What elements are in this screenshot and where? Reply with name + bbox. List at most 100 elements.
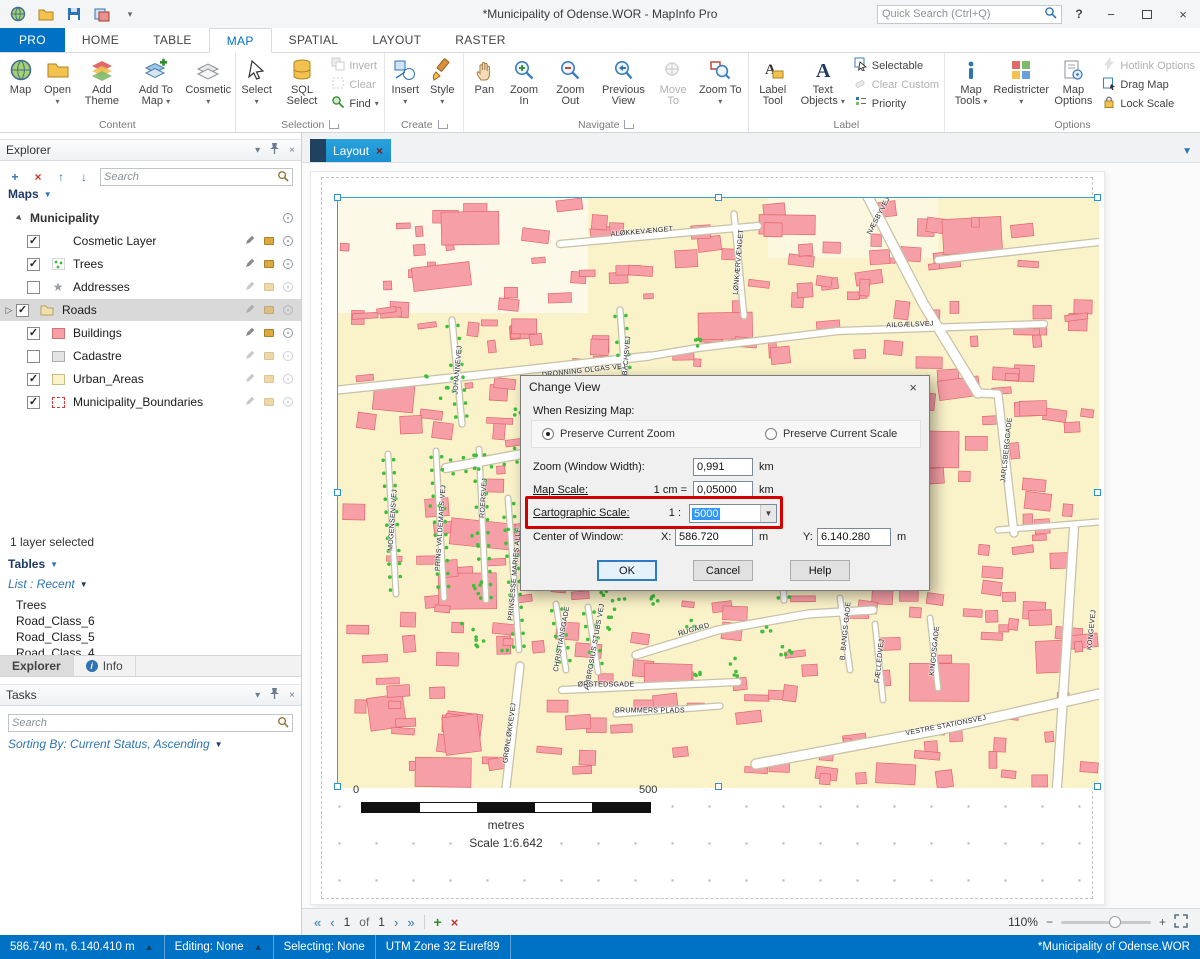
style-icon[interactable] — [283, 374, 293, 384]
edit-pencil-icon[interactable] — [245, 280, 255, 294]
map-scale-field[interactable]: 0,05000 — [693, 481, 753, 499]
search-icon[interactable] — [277, 170, 289, 185]
previous-page-icon[interactable]: ‹ — [330, 915, 334, 930]
collapse-panel-icon[interactable]: ▾ — [255, 145, 260, 156]
layer-checkbox[interactable]: ✓ — [27, 373, 40, 386]
cartographic-scale-combobox[interactable]: 5000 ▼ — [689, 504, 777, 523]
zoom-width-field[interactable]: 0,991 — [693, 458, 753, 476]
layer-row-municipality-boundaries[interactable]: ✓ Municipality_Boundaries — [0, 391, 301, 413]
lock-scale-button[interactable]: Lock Scale — [1102, 96, 1195, 111]
label-badge-icon[interactable] — [264, 375, 274, 383]
statusbar-coordinates[interactable]: 586.740 m, 6.140.410 m▲ — [0, 935, 165, 959]
save-workspace-icon[interactable] — [94, 6, 110, 22]
priority-button[interactable]: Priority — [854, 96, 939, 111]
label-badge-icon[interactable] — [264, 260, 274, 268]
frame-handle[interactable] — [334, 783, 341, 790]
next-page-icon[interactable]: › — [394, 915, 398, 930]
help-button[interactable]: Help — [790, 560, 850, 581]
edit-pencil-icon[interactable] — [245, 303, 255, 317]
edit-pencil-icon[interactable] — [245, 257, 255, 271]
layer-row-urban-areas[interactable]: ✓ Urban_Areas — [0, 368, 301, 390]
tab-layout[interactable]: LAYOUT — [355, 28, 438, 52]
layout-document-tab[interactable]: Layout × — [310, 139, 391, 162]
cancel-button[interactable]: Cancel — [693, 560, 753, 581]
layer-checkbox[interactable]: ✓ — [16, 304, 29, 317]
add-theme-button[interactable]: Add Theme — [76, 54, 128, 117]
select-button[interactable]: Select ▾ — [238, 54, 276, 117]
frame-handle[interactable] — [715, 783, 722, 790]
label-badge-icon[interactable] — [264, 306, 274, 314]
label-badge-icon[interactable] — [264, 283, 274, 291]
tab-pro[interactable]: PRO — [0, 28, 65, 52]
frame-handle[interactable] — [334, 194, 341, 201]
move-down-icon[interactable]: ↓ — [77, 170, 91, 184]
search-icon[interactable] — [1044, 6, 1057, 22]
close-button[interactable]: × — [1168, 2, 1198, 26]
edit-pencil-icon[interactable] — [245, 326, 255, 340]
label-badge-icon[interactable] — [264, 398, 274, 406]
style-icon[interactable] — [283, 236, 293, 246]
label-badge-icon[interactable] — [264, 352, 274, 360]
zoom-minus-icon[interactable]: − — [1046, 915, 1053, 929]
zoom-slider-thumb[interactable] — [1109, 916, 1121, 928]
tab-raster[interactable]: RASTER — [438, 28, 522, 52]
y-field[interactable]: 6.140.280 — [817, 528, 891, 546]
collapsed-icon[interactable]: ▷ — [2, 305, 16, 316]
layer-swatch-trees[interactable] — [51, 258, 65, 270]
fit-view-icon[interactable] — [1174, 914, 1188, 931]
layer-swatch-pink[interactable] — [51, 327, 65, 339]
expanded-icon[interactable]: ▼ — [11, 210, 28, 227]
layer-checkbox[interactable]: ✓ — [27, 327, 40, 340]
maximize-button[interactable] — [1132, 2, 1162, 26]
open-workspace-icon[interactable] — [38, 6, 54, 22]
radio-preserve-zoom[interactable] — [542, 428, 554, 440]
tab-map[interactable]: MAP — [209, 28, 272, 53]
zoom-plus-icon[interactable]: + — [1159, 915, 1166, 929]
x-field[interactable]: 586.720 — [675, 528, 753, 546]
statusbar-selecting[interactable]: Selecting: None — [274, 935, 376, 959]
zoom-slider[interactable] — [1061, 921, 1151, 924]
table-item[interactable]: Road_Class_6 — [16, 614, 95, 628]
layer-row-cadastre[interactable]: Cadastre — [0, 345, 301, 367]
explorer-search[interactable] — [100, 168, 293, 186]
tasks-search[interactable] — [8, 714, 293, 732]
layer-checkbox[interactable]: ✓ — [27, 396, 40, 409]
add-to-map-button[interactable]: Add To Map ▾ — [128, 54, 184, 117]
radio-preserve-scale-label[interactable]: Preserve Current Scale — [783, 428, 897, 440]
radio-preserve-zoom-label[interactable]: Preserve Current Zoom — [560, 428, 675, 440]
edit-pencil-icon[interactable] — [245, 349, 255, 363]
layer-row-buildings[interactable]: ✓ Buildings — [0, 322, 301, 344]
quick-search[interactable] — [877, 5, 1062, 24]
layer-row-addresses[interactable]: ★ Addresses — [0, 276, 301, 298]
layer-row-cosmetic[interactable]: ✓ Cosmetic Layer — [0, 230, 301, 252]
close-tab-icon[interactable]: × — [376, 144, 383, 158]
tab-info[interactable]: iInfo — [74, 656, 136, 676]
zoom-in-button[interactable]: Zoom In — [503, 54, 545, 117]
close-panel-icon[interactable]: × — [289, 690, 295, 701]
open-button[interactable]: Open ▾ — [39, 54, 76, 117]
tables-section-label[interactable]: Tables▼ — [8, 557, 58, 571]
layer-swatch-star[interactable]: ★ — [51, 281, 65, 293]
explorer-panel-header[interactable]: Explorer ▾ × — [0, 139, 301, 161]
tab-table[interactable]: TABLE — [136, 28, 209, 52]
layer-checkbox[interactable] — [27, 350, 40, 363]
frame-handle[interactable] — [1094, 783, 1101, 790]
dialog-launcher-icon[interactable] — [438, 120, 447, 129]
pin-icon[interactable] — [269, 687, 280, 703]
quick-search-input[interactable] — [882, 8, 1044, 20]
tasks-sorting[interactable]: Sorting By: Current Status, Ascending▼ — [8, 737, 223, 751]
previous-view-button[interactable]: Previous View — [595, 54, 651, 117]
delete-page-icon[interactable]: × — [451, 915, 459, 930]
frame-handle[interactable] — [334, 489, 341, 496]
layer-checkbox[interactable] — [27, 281, 40, 294]
style-icon[interactable] — [283, 397, 293, 407]
layer-row-trees[interactable]: ✓ Trees — [0, 253, 301, 275]
ok-button[interactable]: OK — [597, 560, 657, 581]
move-up-icon[interactable]: ↑ — [54, 170, 68, 184]
label-badge-icon[interactable] — [264, 329, 274, 337]
pan-button[interactable]: Pan — [466, 54, 503, 117]
map-tools-button[interactable]: Map Tools ▾ — [947, 54, 995, 117]
maps-section-label[interactable]: Maps▼ — [8, 187, 52, 201]
edit-pencil-icon[interactable] — [245, 234, 255, 248]
style-button[interactable]: Style ▾ — [424, 54, 461, 117]
